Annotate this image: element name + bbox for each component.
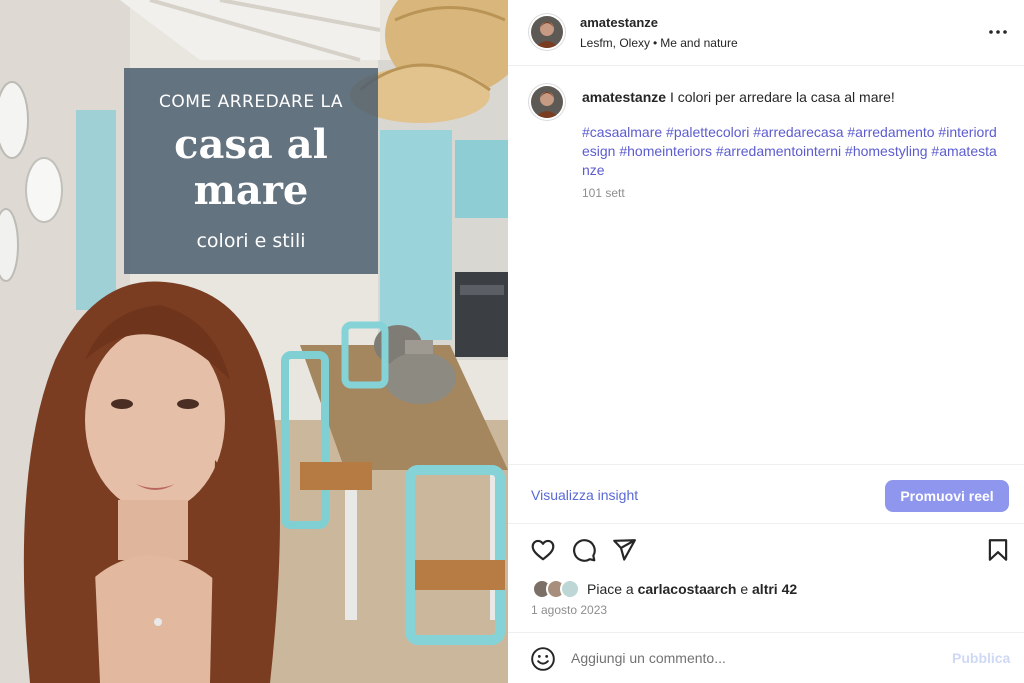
- post-media[interactable]: COME ARREDARE LA casa al mare colori e s…: [0, 0, 508, 683]
- audio-track[interactable]: Me and nature: [660, 36, 737, 50]
- likes-prefix: Piace a: [587, 581, 634, 597]
- overlay-title-line2: mare: [193, 167, 309, 214]
- likes-row: Piace a carlacostaarch e altri 42: [508, 576, 1024, 602]
- comment-icon: [573, 539, 596, 562]
- caption-username[interactable]: amatestanze: [582, 89, 666, 105]
- publish-button[interactable]: Pubblica: [952, 650, 1010, 666]
- caption-timestamp[interactable]: 101 sett: [582, 186, 625, 200]
- view-insights-link[interactable]: Visualizza insight: [531, 487, 638, 503]
- like-button[interactable]: [530, 537, 556, 563]
- post-header: amatestanze Lesfm, Olexy • Me and nature: [508, 0, 1024, 66]
- share-button[interactable]: [611, 537, 637, 563]
- bookmark-icon: [988, 539, 1008, 561]
- action-bar: [508, 524, 1024, 576]
- likes-user[interactable]: carlacostaarch: [638, 581, 737, 597]
- comment-button[interactable]: [571, 537, 597, 563]
- likes-others[interactable]: altri 42: [752, 581, 797, 597]
- likes-conjunction: e: [740, 581, 749, 597]
- caption-hashtags[interactable]: #casaalmare #palettecolori #arredarecasa…: [582, 123, 1000, 180]
- liker-avatars[interactable]: [532, 579, 586, 599]
- insight-row: Visualizza insight Promuovi reel: [508, 464, 1024, 524]
- overlay-subtitle: colori e stili: [196, 230, 306, 252]
- overlay-title-line1: casa al: [174, 121, 328, 168]
- overlay-title: casa al mare: [124, 122, 378, 214]
- likes-text: Piace a carlacostaarch e altri 42: [587, 581, 797, 597]
- liker-avatar: [560, 579, 580, 599]
- overlay-card: COME ARREDARE LA casa al mare colori e s…: [124, 68, 378, 274]
- audio-info[interactable]: Lesfm, Olexy • Me and nature: [580, 36, 738, 50]
- author-username[interactable]: amatestanze: [580, 15, 658, 30]
- audio-artists[interactable]: Lesfm, Olexy: [580, 36, 650, 50]
- share-icon: [613, 539, 636, 561]
- caption-avatar[interactable]: [531, 86, 563, 118]
- author-avatar[interactable]: [531, 16, 563, 48]
- overlay-heading: COME ARREDARE LA: [159, 92, 343, 112]
- emoji-button[interactable]: [530, 646, 556, 672]
- audio-separator: •: [653, 36, 658, 50]
- post-date[interactable]: 1 agosto 2023: [531, 603, 607, 617]
- post-panel: amatestanze Lesfm, Olexy • Me and nature a…: [508, 0, 1024, 683]
- caption-section: amatestanze I colori per arredare la cas…: [508, 66, 1024, 464]
- heart-icon: [531, 539, 555, 561]
- caption-body: I colori per arredare la casa al mare!: [669, 89, 895, 105]
- save-button[interactable]: [985, 537, 1011, 563]
- more-options-button[interactable]: [986, 22, 1010, 42]
- comment-bar: Pubblica: [508, 632, 1024, 683]
- emoji-icon: [531, 647, 555, 671]
- more-horizontal-icon: [989, 30, 1007, 34]
- caption-text: amatestanze I colori per arredare la cas…: [582, 88, 1002, 106]
- comment-input[interactable]: [571, 647, 931, 669]
- promote-reel-button[interactable]: Promuovi reel: [885, 480, 1009, 512]
